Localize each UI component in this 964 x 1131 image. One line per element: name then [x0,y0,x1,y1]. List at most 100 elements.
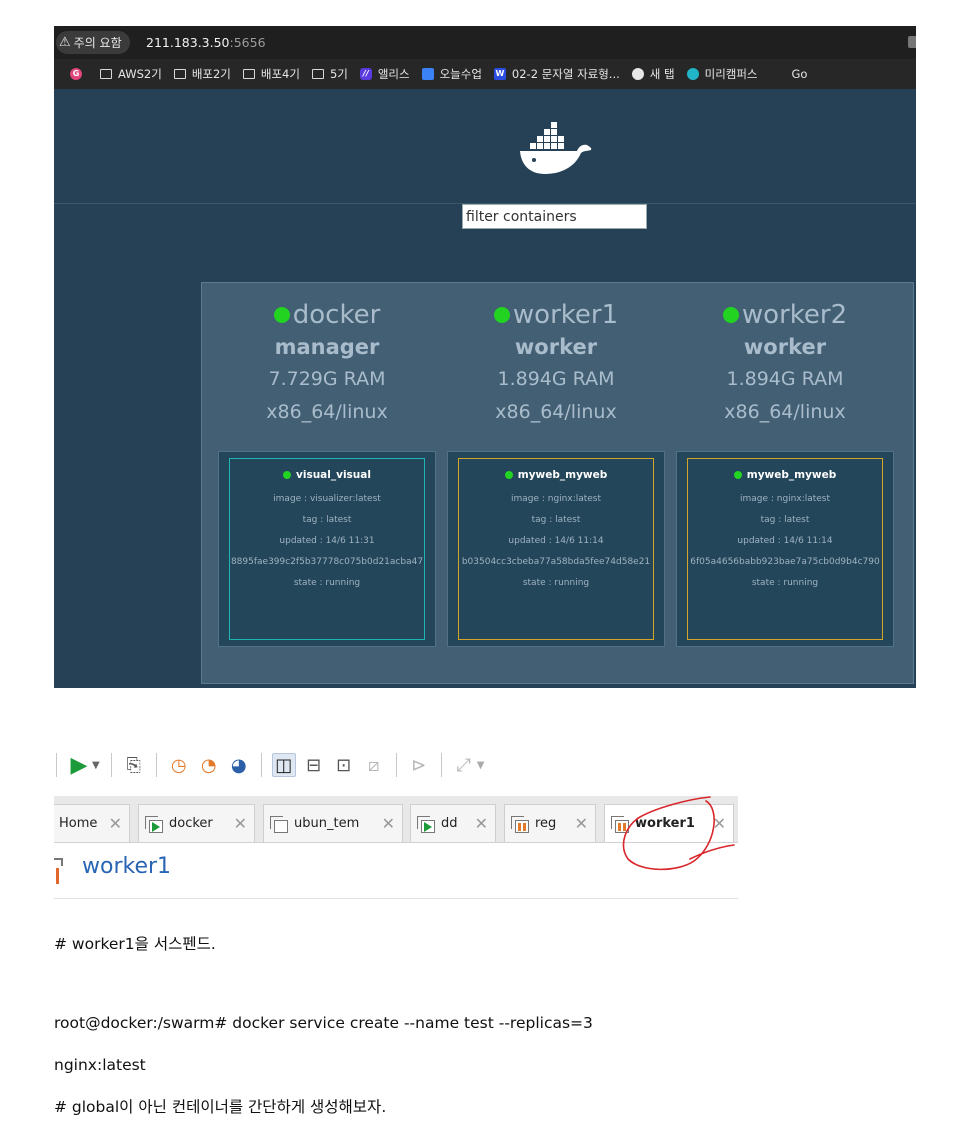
task-name: myweb_myweb [459,469,653,481]
tab-dd[interactable]: dd ✕ [410,804,496,842]
address-bar[interactable]: ⚠ 주의 요함 211.183.3.50:5656 [54,26,916,59]
node-role: manager [274,335,380,359]
close-icon[interactable]: ✕ [234,814,247,833]
network-icon[interactable]: ⎘ [122,753,146,777]
bookmark-today-class[interactable]: 오늘수업 [421,66,482,82]
folder-icon [311,69,324,79]
task-name-label: myweb_myweb [746,469,837,481]
node-name-label: worker1 [512,300,619,330]
chevron-down-icon[interactable]: ▼ [92,760,100,771]
tab-docker[interactable]: docker ✕ [138,804,255,842]
node-name: docker [218,300,436,330]
node-role: worker [743,335,827,359]
vm-running-icon [417,815,435,833]
url-text[interactable]: 211.183.3.50:5656 [146,35,266,50]
node-docker: docker manager 7.729G RAM x86_64/linux v… [218,283,436,650]
task-card[interactable]: myweb_myweb image : nginx:latest tag : l… [458,458,654,640]
bookmark-string-type[interactable]: W 02-2 문자열 자료형... [493,66,620,82]
terminal-icon[interactable]: ⊳ [407,753,431,777]
node-role: worker [514,335,598,359]
chevron-down-icon[interactable]: ▼ [477,760,485,771]
library-view-icon[interactable]: ◫ [271,753,296,777]
tab-label: docker [169,816,213,831]
node-worker2: worker2 worker 1.894G RAM x86_64/linux m… [676,283,894,650]
node-name-label: docker [292,300,381,330]
bookmark-g[interactable]: G [70,68,88,80]
bookmark-go[interactable]: Go [792,67,808,81]
close-icon[interactable]: ✕ [713,814,726,833]
node-ram: 1.894G RAM [726,368,844,390]
task-card[interactable]: visual_visual image : visualizer:latest … [229,458,425,640]
visualizer-header [54,89,916,204]
folder-icon [173,69,186,79]
tab-reg[interactable]: reg ✕ [504,804,596,842]
vm-tab-strip: Home ✕ docker ✕ ubun_tem ✕ dd ✕ reg ✕ wo… [54,796,738,843]
task-updated: updated : 14/6 11:31 [279,536,375,546]
task-state: state : running [522,578,590,588]
task-card[interactable]: myweb_myweb image : nginx:latest tag : l… [687,458,883,640]
node-os: x86_64/linux [724,401,846,423]
fit-guest-icon[interactable]: ⊡ [332,753,356,777]
status-dot-icon [283,471,292,479]
extension-icon[interactable] [908,36,916,48]
snapshot-take-icon[interactable]: ◷ [167,753,191,777]
docs-icon [421,68,434,80]
bookmark-label: Go [791,67,808,81]
task-state: state : running [293,578,361,588]
docker-whale-logo [520,122,592,174]
task-tag: tag : latest [760,515,810,525]
task-image: image : nginx:latest [739,494,831,504]
folder-icon [100,69,112,79]
tab-home[interactable]: Home ✕ [54,804,130,842]
bookmark-label: 오늘수업 [439,67,482,81]
bookmark-label: 새 탭 [649,67,675,81]
power-on-icon[interactable]: ▶ [67,753,91,778]
task-name: visual_visual [230,469,424,481]
full-screen-icon[interactable]: ⤢ [452,753,476,777]
toolbar-divider [155,753,157,777]
bookmark-deploy4[interactable]: 배포4기 [242,66,300,82]
unity-icon[interactable]: ⧄ [362,753,386,777]
bookmark-label: 미리캠퍼스 [704,67,758,81]
bookmarks-bar: G AWS2기 배포2기 배포4기 5기 // 앨리스 오늘수업 W 02-2 문자… [54,59,916,89]
node-task-container: myweb_myweb image : nginx:latest tag : l… [676,451,894,647]
task-name-label: visual_visual [296,469,371,481]
node-task-container: myweb_myweb image : nginx:latest tag : l… [447,451,665,647]
toolbar-divider [110,753,112,777]
console-view-icon[interactable]: ⊟ [302,753,326,777]
toolbar-divider [260,753,262,777]
task-tag: tag : latest [531,515,581,525]
g-app-icon: G [70,68,82,80]
security-warning-chip[interactable]: ⚠ 주의 요함 [56,31,130,54]
close-icon[interactable]: ✕ [109,814,122,833]
vm-suspended-icon [511,815,529,833]
tab-label: ubun_tem [294,816,360,831]
filter-containers-input[interactable] [462,204,647,229]
vm-toolbar: ▶ ▼ ⎘ ◷ ◔ ◕ ◫ ⊟ ⊡ ⧄ ⊳ ⤢ ▼ [54,744,738,786]
bookmark-aws2[interactable]: AWS2기 [100,66,162,82]
node-worker1: worker1 worker 1.894G RAM x86_64/linux m… [447,283,665,650]
snapshot-manager-icon[interactable]: ◕ [227,753,251,777]
vm-title-row: worker1 [54,842,738,899]
bookmark-label: 배포2기 [191,67,231,81]
tab-worker1[interactable]: worker1 ✕ [604,804,734,842]
task-updated: updated : 14/6 11:14 [508,536,604,546]
snapshot-revert-icon[interactable]: ◔ [197,753,221,777]
close-icon[interactable]: ✕ [575,814,588,833]
vm-title: worker1 [82,854,172,879]
task-image: image : visualizer:latest [273,494,381,504]
vm-off-icon [270,815,288,833]
close-icon[interactable]: ✕ [475,814,488,833]
tab-ubun-tem[interactable]: ubun_tem ✕ [263,804,403,842]
bookmark-deploy2[interactable]: 배포2기 [173,66,231,82]
node-name: worker2 [676,300,894,330]
task-name-label: myweb_myweb [517,469,608,481]
folder-icon [242,69,255,79]
node-ram: 1.894G RAM [497,368,615,390]
bookmark-new-tab[interactable]: 새 탭 [631,66,675,82]
task-id: 8895fae399c2f5b37778c075b0d21acba47 [230,557,424,567]
close-icon[interactable]: ✕ [382,814,395,833]
bookmark-campus[interactable]: 미리캠퍼스 [686,66,758,82]
bookmark-5[interactable]: 5기 [311,66,348,82]
bookmark-elice[interactable]: // 앨리스 [359,66,410,82]
